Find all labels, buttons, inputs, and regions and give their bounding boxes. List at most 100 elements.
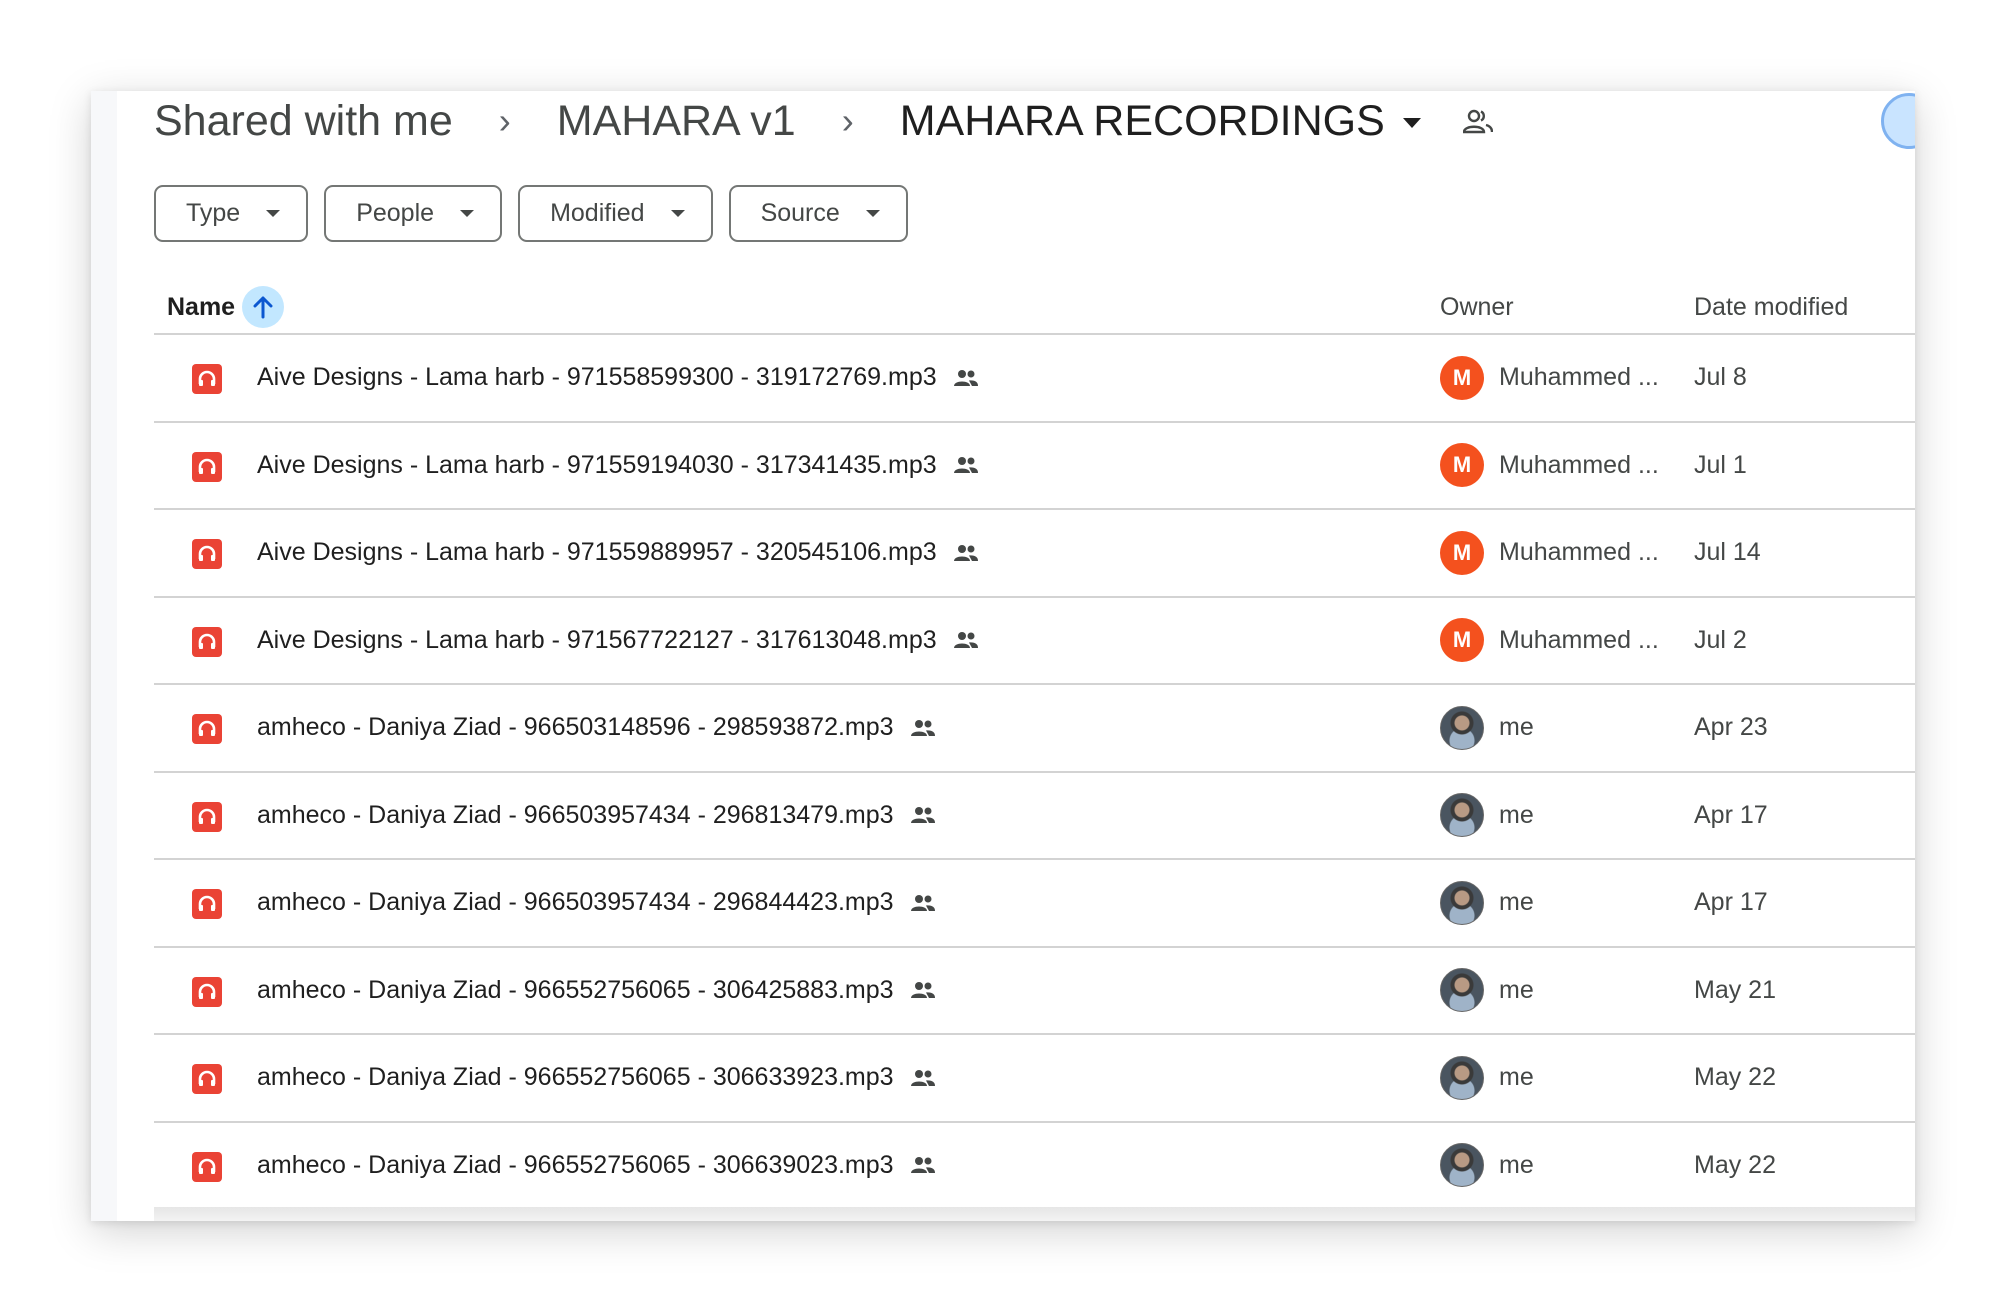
file-name-cell[interactable]: amheco - Daniya Ziad - 966503957434 - 29…	[257, 773, 936, 858]
owner-name: me	[1499, 888, 1534, 916]
owner-cell: M Muhammed ...	[1440, 598, 1659, 683]
file-name: amheco - Daniya Ziad - 966503957434 - 29…	[257, 800, 894, 829]
breadcrumb-mahara-v1[interactable]: MAHARA v1	[557, 97, 796, 146]
audio-headphones-icon	[192, 714, 222, 744]
date-modified: Jul 2	[1694, 625, 1747, 654]
owner-name: me	[1499, 1063, 1534, 1091]
file-name-cell[interactable]: Aive Designs - Lama harb - 971559889957 …	[257, 510, 979, 595]
file-name-cell[interactable]: amheco - Daniya Ziad - 966552756065 - 30…	[257, 1123, 936, 1208]
shared-people-icon	[953, 631, 979, 649]
owner-avatar	[1440, 1055, 1484, 1100]
file-list: Aive Designs - Lama harb - 971558599300 …	[154, 335, 1915, 1210]
owner-avatar: M	[1440, 618, 1484, 662]
owner-name: Muhammed ...	[1499, 363, 1659, 391]
owner-name: Muhammed ...	[1499, 625, 1659, 654]
file-name-cell[interactable]: Aive Designs - Lama harb - 971558599300 …	[257, 335, 979, 420]
shared-people-icon	[953, 544, 979, 562]
audio-headphones-icon	[192, 364, 222, 394]
file-name-cell[interactable]: Aive Designs - Lama harb - 971567722127 …	[257, 598, 979, 683]
shared-people-icon	[910, 1069, 936, 1087]
chevron-down-icon	[266, 210, 281, 217]
account-avatar[interactable]	[1881, 93, 1915, 149]
table-row[interactable]: Aive Designs - Lama harb - 971567722127 …	[154, 598, 1915, 685]
filter-type-label: Type	[186, 199, 241, 227]
column-header-owner[interactable]: Owner	[1440, 279, 1514, 335]
breadcrumb-separator: ›	[841, 100, 854, 141]
chevron-down-icon	[460, 210, 475, 217]
file-name-cell[interactable]: amheco - Daniya Ziad - 966552756065 - 30…	[257, 948, 936, 1033]
column-header-date-modified[interactable]: Date modified	[1694, 279, 1848, 335]
file-name: amheco - Daniya Ziad - 966552756065 - 30…	[257, 1063, 894, 1091]
filter-people-chip[interactable]: People	[324, 185, 503, 242]
table-row[interactable]: Aive Designs - Lama harb - 971559194030 …	[154, 423, 1915, 510]
file-name: amheco - Daniya Ziad - 966503957434 - 29…	[257, 888, 894, 916]
owner-avatar: M	[1440, 530, 1484, 575]
owner-cell: me	[1440, 948, 1534, 1033]
date-modified: May 22	[1694, 1150, 1776, 1179]
file-name: Aive Designs - Lama harb - 971559194030 …	[257, 450, 937, 479]
file-name: amheco - Daniya Ziad - 966552756065 - 30…	[257, 1150, 894, 1179]
file-name-cell[interactable]: amheco - Daniya Ziad - 966503148596 - 29…	[257, 685, 936, 770]
table-row[interactable]: amheco - Daniya Ziad - 966503148596 - 29…	[154, 685, 1915, 773]
date-modified: Jul 8	[1694, 363, 1747, 391]
date-modified: Apr 23	[1694, 713, 1768, 741]
table-row[interactable]: amheco - Daniya Ziad - 966503957434 - 29…	[154, 773, 1915, 860]
table-row[interactable]: amheco - Daniya Ziad - 966503957434 - 29…	[154, 860, 1915, 948]
owner-name: Muhammed ...	[1499, 538, 1659, 566]
file-name-cell[interactable]: Aive Designs - Lama harb - 971559194030 …	[257, 423, 979, 508]
owner-avatar	[1440, 968, 1484, 1012]
sidebar-edge	[91, 91, 117, 1221]
audio-headphones-icon	[192, 1151, 222, 1182]
owner-cell: M Muhammed ...	[1440, 423, 1659, 508]
breadcrumb-current-folder[interactable]: MAHARA RECORDINGS	[900, 97, 1421, 146]
list-bottom-edge	[154, 1207, 1915, 1221]
owner-cell: me	[1440, 773, 1534, 858]
table-row[interactable]: amheco - Daniya Ziad - 966552756065 - 30…	[154, 1035, 1915, 1123]
file-name: Aive Designs - Lama harb - 971558599300 …	[257, 363, 937, 391]
filter-people-label: People	[356, 199, 435, 227]
filter-modified-chip[interactable]: Modified	[518, 185, 713, 242]
audio-headphones-icon	[192, 626, 222, 657]
owner-avatar	[1440, 880, 1484, 925]
owner-cell: M Muhammed ...	[1440, 510, 1659, 595]
owner-avatar	[1440, 1143, 1484, 1187]
table-row[interactable]: amheco - Daniya Ziad - 966552756065 - 30…	[154, 948, 1915, 1035]
owner-avatar	[1440, 793, 1484, 837]
date-modified: Jul 1	[1694, 450, 1747, 479]
date-modified: Apr 17	[1694, 888, 1768, 916]
shared-people-icon	[910, 1156, 936, 1174]
owner-cell: me	[1440, 685, 1534, 770]
date-modified: Jul 14	[1694, 538, 1761, 566]
date-modified: Apr 17	[1694, 800, 1768, 829]
current-folder-label: MAHARA RECORDINGS	[899, 96, 1385, 145]
file-name: Aive Designs - Lama harb - 971567722127 …	[257, 625, 937, 654]
table-row[interactable]: Aive Designs - Lama harb - 971558599300 …	[154, 335, 1915, 423]
date-modified: May 21	[1694, 975, 1776, 1004]
chevron-down-icon	[865, 210, 880, 217]
sort-direction-button[interactable]	[242, 286, 285, 328]
breadcrumb: Shared with me › MAHARA v1 › MAHARA RECO…	[154, 91, 1493, 151]
shared-people-icon	[953, 456, 979, 474]
file-name: amheco - Daniya Ziad - 966503148596 - 29…	[257, 713, 894, 741]
folder-menu-caret-icon[interactable]	[1402, 118, 1421, 129]
owner-cell: me	[1440, 1035, 1534, 1120]
owner-name: me	[1499, 1150, 1534, 1179]
file-name-cell[interactable]: amheco - Daniya Ziad - 966552756065 - 30…	[257, 1035, 936, 1120]
file-name: amheco - Daniya Ziad - 966552756065 - 30…	[257, 975, 894, 1004]
audio-headphones-icon	[192, 889, 222, 919]
drive-window: Shared with me › MAHARA v1 › MAHARA RECO…	[91, 91, 1915, 1221]
file-name-cell[interactable]: amheco - Daniya Ziad - 966503957434 - 29…	[257, 860, 936, 945]
shared-people-icon	[910, 981, 936, 999]
owner-name: me	[1499, 975, 1534, 1004]
filter-type-chip[interactable]: Type	[154, 185, 309, 242]
owner-cell: me	[1440, 1123, 1534, 1208]
chevron-down-icon	[670, 210, 685, 217]
shared-folder-people-icon[interactable]	[1462, 108, 1493, 134]
filter-source-chip[interactable]: Source	[728, 185, 908, 242]
audio-headphones-icon	[192, 1064, 222, 1094]
table-row[interactable]: amheco - Daniya Ziad - 966552756065 - 30…	[154, 1123, 1915, 1210]
column-header-name[interactable]: Name	[167, 279, 285, 335]
breadcrumb-shared-with-me[interactable]: Shared with me	[154, 97, 453, 146]
table-row[interactable]: Aive Designs - Lama harb - 971559889957 …	[154, 510, 1915, 598]
arrow-up-icon	[253, 296, 273, 319]
